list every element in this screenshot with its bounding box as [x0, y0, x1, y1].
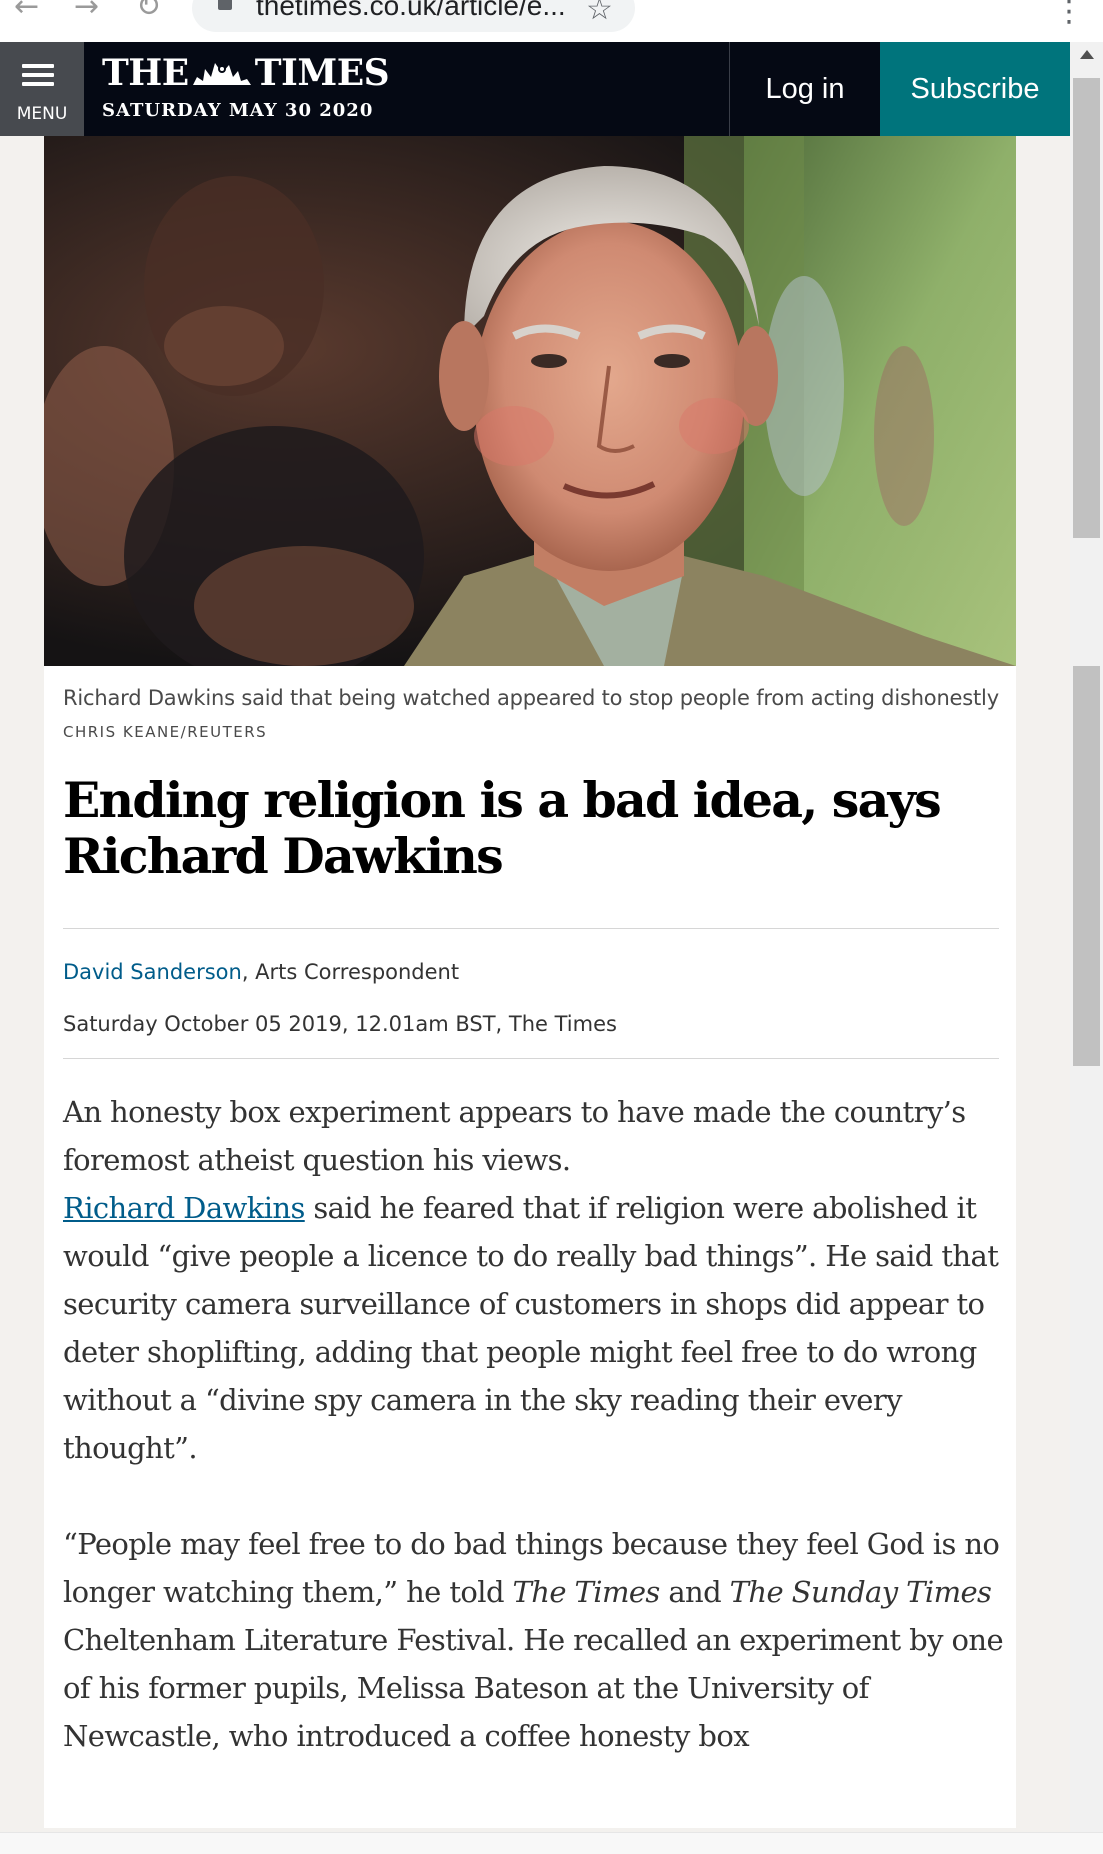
- page-scrollbar[interactable]: [1070, 42, 1103, 1832]
- richard-dawkins-link[interactable]: Richard Dawkins: [63, 1191, 305, 1225]
- publication-name: The Times: [512, 1575, 661, 1609]
- paragraph-text: An honesty box experiment appears to hav…: [63, 1095, 966, 1177]
- star-icon[interactable]: ☆: [586, 0, 613, 27]
- kebab-menu-icon[interactable]: ⋮: [1054, 0, 1084, 29]
- browser-toolbar: ← → ↻ thetimes.co.uk/article/e... ☆ ⋮: [0, 0, 1103, 43]
- url-text[interactable]: thetimes.co.uk/article/e...: [256, 0, 566, 22]
- paragraph-text: and: [659, 1575, 730, 1609]
- scrollbar-thumb-secondary[interactable]: [1073, 666, 1100, 1066]
- paragraph-text: Cheltenham Literature Festival. He recal…: [63, 1623, 1004, 1753]
- site-header: MENU THE TIMES SATURDAY MAY 30 2020 Log …: [0, 42, 1070, 136]
- byline: David Sanderson, Arts Correspondent: [63, 960, 459, 984]
- masthead-times: TIMES: [254, 52, 390, 94]
- menu-button[interactable]: MENU: [0, 42, 84, 136]
- reload-icon[interactable]: ↻: [136, 0, 161, 22]
- bottom-edge: [0, 1832, 1103, 1854]
- login-button[interactable]: Log in: [729, 42, 880, 136]
- lock-icon[interactable]: [218, 0, 232, 10]
- article-hero-image[interactable]: [44, 136, 1016, 666]
- hamburger-icon: [22, 64, 54, 86]
- author-link[interactable]: David Sanderson: [63, 960, 242, 984]
- masthead-logo[interactable]: THE TIMES: [102, 52, 390, 94]
- image-credit: CHRIS KEANE/REUTERS: [63, 723, 268, 741]
- back-icon[interactable]: ←: [14, 0, 39, 22]
- article-headline: Ending religion is a bad idea, says Rich…: [63, 771, 942, 885]
- header-date: SATURDAY MAY 30 2020: [102, 100, 374, 121]
- divider: [63, 1058, 999, 1059]
- forward-icon[interactable]: →: [74, 0, 99, 22]
- image-caption: Richard Dawkins said that being watched …: [63, 686, 999, 710]
- publication-name: The Sunday Times: [729, 1575, 992, 1609]
- scrollbar-thumb[interactable]: [1073, 78, 1100, 538]
- crest-icon: [192, 63, 251, 85]
- article-column: Richard Dawkins said that being watched …: [44, 136, 1016, 1828]
- scroll-up-icon[interactable]: [1080, 50, 1094, 59]
- article-paragraph: Richard Dawkins said he feared that if r…: [63, 1184, 1013, 1472]
- divider: [63, 928, 999, 929]
- menu-label: MENU: [16, 104, 68, 124]
- article-paragraph: “People may feel free to do bad things b…: [63, 1520, 1013, 1760]
- publish-date: Saturday October 05 2019, 12.01am BST, T…: [63, 1012, 617, 1036]
- author-role: , Arts Correspondent: [241, 960, 460, 984]
- masthead-the: THE: [102, 52, 189, 94]
- paragraph-text: said he feared that if religion were abo…: [63, 1191, 999, 1465]
- article-paragraph: An honesty box experiment appears to hav…: [63, 1088, 1013, 1184]
- subscribe-button[interactable]: Subscribe: [880, 42, 1070, 136]
